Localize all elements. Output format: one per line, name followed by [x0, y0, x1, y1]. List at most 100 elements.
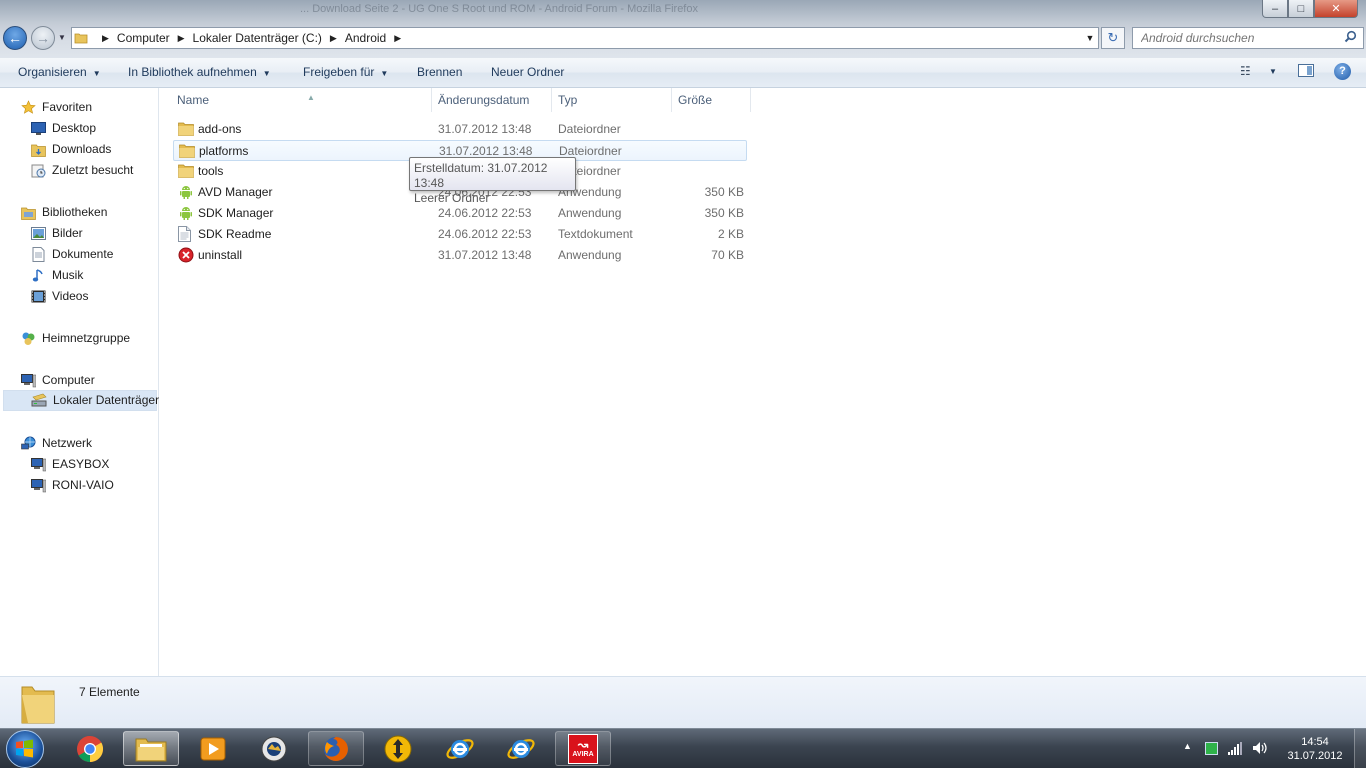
- address-bar[interactable]: ▶ Computer ▶ Lokaler Datenträger (C:) ▶ An…: [71, 27, 1099, 49]
- nav-recent-places[interactable]: Zuletzt besucht: [30, 160, 133, 181]
- refresh-button[interactable]: ↻: [1101, 27, 1125, 49]
- nav-roni-vaio[interactable]: RONI-VAIO: [30, 475, 114, 496]
- chrome-icon: [77, 735, 104, 762]
- show-hidden-icons-button[interactable]: ▲: [1183, 741, 1192, 751]
- view-options-dropdown-icon[interactable]: ▼: [1269, 67, 1277, 76]
- details-pane: 7 Elemente: [0, 676, 1366, 728]
- recent-pages-button[interactable]: ▼: [58, 33, 66, 42]
- file-modified-date: 31.07.2012 13:48: [438, 122, 532, 136]
- breadcrumb-computer[interactable]: Computer ▶: [113, 28, 189, 48]
- nav-network[interactable]: Netzwerk: [20, 433, 92, 454]
- new-folder-button[interactable]: Neuer Ordner: [491, 58, 564, 87]
- breadcrumb-local-disk[interactable]: Lokaler Datenträger (C:) ▶: [189, 28, 341, 48]
- network-signal-icon[interactable]: [1228, 742, 1242, 755]
- nav-pictures[interactable]: Bilder: [30, 223, 83, 244]
- chevron-down-icon: ▼: [262, 69, 271, 78]
- back-button[interactable]: ←: [3, 26, 27, 50]
- share-with-button[interactable]: Freigeben für ▼: [303, 58, 388, 87]
- maximize-button[interactable]: □: [1288, 0, 1314, 18]
- forward-arrow-icon: →: [36, 30, 50, 46]
- close-button[interactable]: ✕: [1314, 0, 1358, 18]
- start-button[interactable]: [6, 730, 44, 768]
- taskbar-internet-explorer[interactable]: [432, 731, 488, 766]
- file-size: 350 KB: [704, 206, 744, 220]
- column-header-type[interactable]: Typ: [552, 88, 672, 112]
- nav-computer[interactable]: Computer: [20, 370, 95, 391]
- minimize-button[interactable]: –: [1262, 0, 1288, 18]
- nav-homegroup[interactable]: Heimnetzgruppe: [20, 328, 130, 349]
- folder-icon: [178, 121, 194, 137]
- music-icon: [30, 268, 46, 284]
- file-modified-date: 31.07.2012 13:48: [438, 248, 532, 262]
- pictures-icon: [30, 226, 46, 242]
- taskbar-avira[interactable]: ↝ AVIRA: [555, 731, 611, 766]
- chevron-down-icon: ▼: [92, 69, 101, 78]
- videos-icon: [30, 289, 46, 305]
- nav-easybox[interactable]: EASYBOX: [30, 454, 109, 475]
- taskbar-windows-explorer[interactable]: [123, 731, 179, 766]
- recent-places-icon: [30, 163, 46, 179]
- preview-pane-icon[interactable]: [1298, 64, 1314, 77]
- folder-tooltip: Erstelldatum: 31.07.2012 13:48 Leerer Or…: [409, 157, 576, 205]
- file-size: 70 KB: [711, 248, 744, 262]
- file-row-sdk-manager[interactable]: SDK Manager 24.06.2012 22:53 Anwendung 350 …: [173, 203, 747, 224]
- volume-icon[interactable]: [1252, 741, 1268, 755]
- file-row-add-ons[interactable]: add-ons 31.07.2012 13:48 Dateiordner: [173, 119, 747, 140]
- chevron-right-icon[interactable]: ▶: [330, 33, 337, 44]
- nav-videos[interactable]: Videos: [30, 286, 88, 307]
- chevron-right-icon[interactable]: ▶: [178, 33, 185, 44]
- nav-libraries[interactable]: Bibliotheken: [20, 202, 107, 223]
- tooltip-created-date: Erstelldatum: 31.07.2012 13:48: [414, 161, 548, 190]
- file-size: 2 KB: [717, 227, 744, 241]
- windows-logo-icon: [16, 739, 33, 758]
- address-dropdown-icon[interactable]: ▼: [1082, 33, 1098, 43]
- command-bar: Organisieren ▼ In Bibliothek aufnehmen ▼ F…: [0, 58, 1366, 88]
- nav-desktop[interactable]: Desktop: [30, 118, 96, 139]
- android-icon: [178, 184, 194, 200]
- search-icon[interactable]: [1344, 30, 1357, 46]
- explorer-icon: [135, 738, 167, 761]
- taskbar-photo-viewer[interactable]: [246, 731, 302, 766]
- nav-music[interactable]: Musik: [30, 265, 83, 286]
- include-in-library-button[interactable]: In Bibliothek aufnehmen ▼: [128, 58, 271, 87]
- column-header-size[interactable]: Größe: [672, 88, 751, 112]
- media-player-icon: [200, 737, 226, 760]
- taskbar-firefox[interactable]: [308, 731, 364, 766]
- help-icon[interactable]: ?: [1334, 63, 1351, 80]
- column-header-name[interactable]: Name ▲: [171, 88, 432, 112]
- clock[interactable]: 14:54 31.07.2012: [1282, 735, 1348, 763]
- burn-button[interactable]: Brennen: [417, 58, 462, 87]
- file-name: platforms: [199, 144, 249, 158]
- organize-button[interactable]: Organisieren ▼: [18, 58, 101, 87]
- file-row-sdk-readme[interactable]: SDK Readme 24.06.2012 22:53 Textdokument 2 …: [173, 224, 747, 245]
- taskbar-transfer-app[interactable]: [370, 731, 426, 766]
- file-name: SDK Readme: [198, 227, 272, 241]
- file-type: Anwendung: [558, 206, 622, 220]
- downloads-folder-icon: [30, 142, 46, 158]
- column-header-date[interactable]: Änderungsdatum: [432, 88, 552, 112]
- uninstall-icon: [178, 247, 194, 263]
- search-input[interactable]: [1133, 30, 1343, 46]
- clock-time: 14:54: [1301, 736, 1329, 748]
- taskbar-internet-explorer-2[interactable]: [493, 731, 549, 766]
- nav-downloads[interactable]: Downloads: [30, 139, 111, 160]
- taskbar-media-player[interactable]: [185, 731, 241, 766]
- breadcrumb-android[interactable]: Android ▶: [341, 28, 405, 48]
- tray-app-icon[interactable]: [1205, 742, 1218, 755]
- change-view-icon[interactable]: ☷: [1240, 64, 1251, 78]
- homegroup-icon: [20, 331, 36, 347]
- file-row-uninstall[interactable]: uninstall 31.07.2012 13:48 Anwendung 70 KB: [173, 245, 747, 266]
- forward-button[interactable]: →: [31, 26, 55, 50]
- folder-icon: [18, 683, 58, 725]
- nav-local-disk[interactable]: Lokaler Datenträger: [3, 390, 159, 411]
- ie-icon: [446, 738, 474, 759]
- network-icon: [20, 436, 36, 452]
- chevron-right-icon[interactable]: ▶: [394, 33, 401, 44]
- breadcrumb-root-arrow[interactable]: ▶: [90, 28, 113, 48]
- file-name: AVD Manager: [198, 185, 273, 199]
- search-box[interactable]: [1132, 27, 1364, 49]
- taskbar-chrome[interactable]: [62, 731, 118, 766]
- nav-favorites[interactable]: Favoriten: [20, 97, 92, 118]
- show-desktop-button[interactable]: [1354, 729, 1366, 769]
- nav-documents[interactable]: Dokumente: [30, 244, 113, 265]
